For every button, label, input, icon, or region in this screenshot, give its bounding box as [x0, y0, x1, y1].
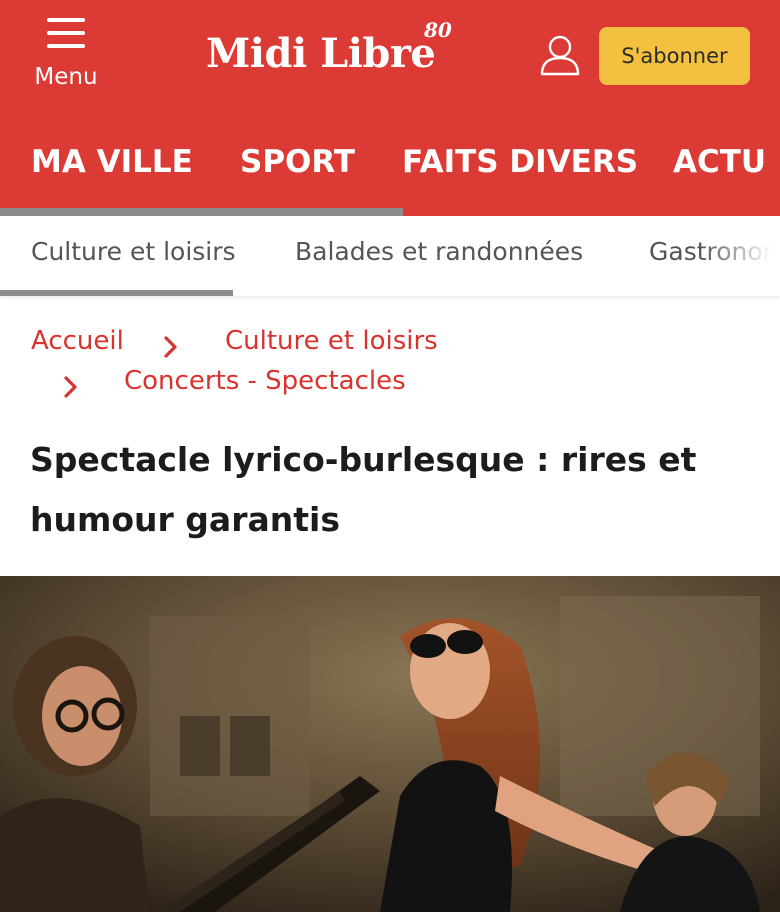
sub-nav-item-balades-et-randonnees[interactable]: Balades et randonnées	[295, 237, 583, 266]
account-button[interactable]	[538, 32, 582, 78]
logo-anniversary-badge: 80	[424, 18, 452, 42]
user-icon	[540, 35, 580, 76]
sub-nav: Culture et loisirs Balades et randonnées…	[0, 216, 780, 296]
sub-nav-fade	[700, 216, 780, 296]
main-nav-item-sport[interactable]: SPORT	[240, 144, 355, 180]
site-logo[interactable]: Midi Libre	[206, 30, 436, 90]
article-hero-image[interactable]	[0, 576, 780, 912]
sub-nav-item-culture-et-loisirs[interactable]: Culture et loisirs	[31, 237, 236, 266]
subscribe-button[interactable]: S'abonner	[599, 27, 750, 85]
main-nav: MA VILLE SPORT FAITS DIVERS ACTU	[0, 114, 780, 216]
hamburger-icon	[47, 18, 85, 48]
main-nav-active-indicator	[0, 208, 403, 216]
chevron-right-icon	[64, 376, 77, 398]
article-title: Spectacle lyrico-burlesque : rires et hu…	[30, 440, 697, 539]
menu-label: Menu	[34, 64, 98, 90]
site-header: Menu Midi Libre 80 S'abonner	[0, 0, 780, 114]
main-nav-item-faits-divers[interactable]: FAITS DIVERS	[402, 144, 638, 180]
breadcrumb-link-culture-et-loisirs[interactable]: Culture et loisirs	[225, 326, 438, 356]
breadcrumb-link-concerts-spectacles[interactable]: Concerts - Spectacles	[124, 366, 406, 396]
chevron-right-icon	[164, 336, 177, 358]
menu-button[interactable]: Menu	[24, 12, 108, 100]
performers-photo	[0, 576, 780, 912]
main-nav-item-ma-ville[interactable]: MA VILLE	[31, 144, 193, 180]
breadcrumb-link-accueil[interactable]: Accueil	[31, 326, 124, 356]
main-nav-item-actu[interactable]: ACTU	[673, 144, 766, 180]
sub-nav-active-indicator	[0, 290, 233, 296]
